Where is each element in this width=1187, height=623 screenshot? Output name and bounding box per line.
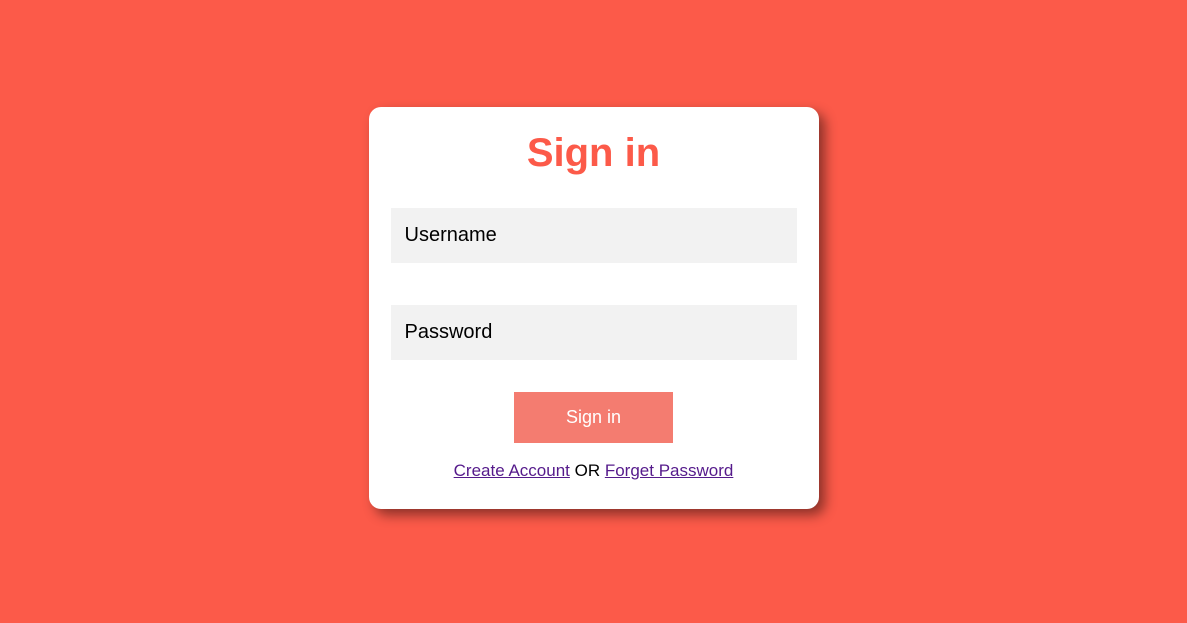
forget-password-link[interactable]: Forget Password xyxy=(605,461,734,480)
links-row: Create Account OR Forget Password xyxy=(391,461,797,481)
password-input[interactable] xyxy=(391,305,797,360)
spacer xyxy=(391,263,797,305)
create-account-link[interactable]: Create Account xyxy=(454,461,570,480)
signin-button[interactable]: Sign in xyxy=(514,392,673,443)
username-input[interactable] xyxy=(391,208,797,263)
links-separator: OR xyxy=(570,461,605,480)
login-card: Sign in Sign in Create Account OR Forget… xyxy=(369,107,819,509)
page-title: Sign in xyxy=(391,131,797,176)
